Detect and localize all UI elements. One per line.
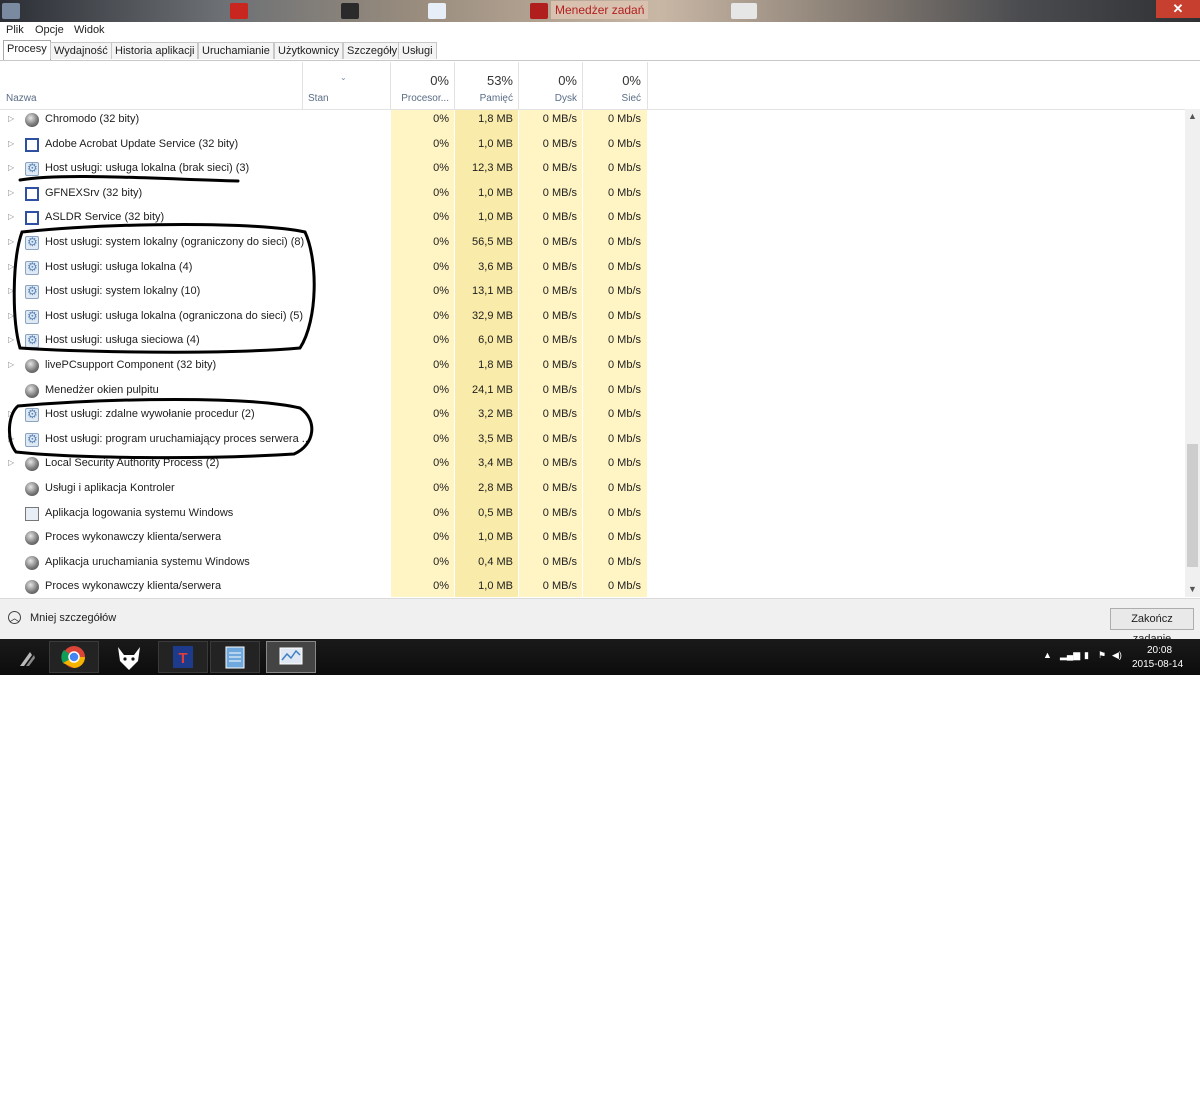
hand-drawn-annotations <box>8 174 316 460</box>
annotation-circle <box>12 223 316 354</box>
annotation-underline <box>18 174 240 183</box>
annotation-circle <box>8 398 314 460</box>
